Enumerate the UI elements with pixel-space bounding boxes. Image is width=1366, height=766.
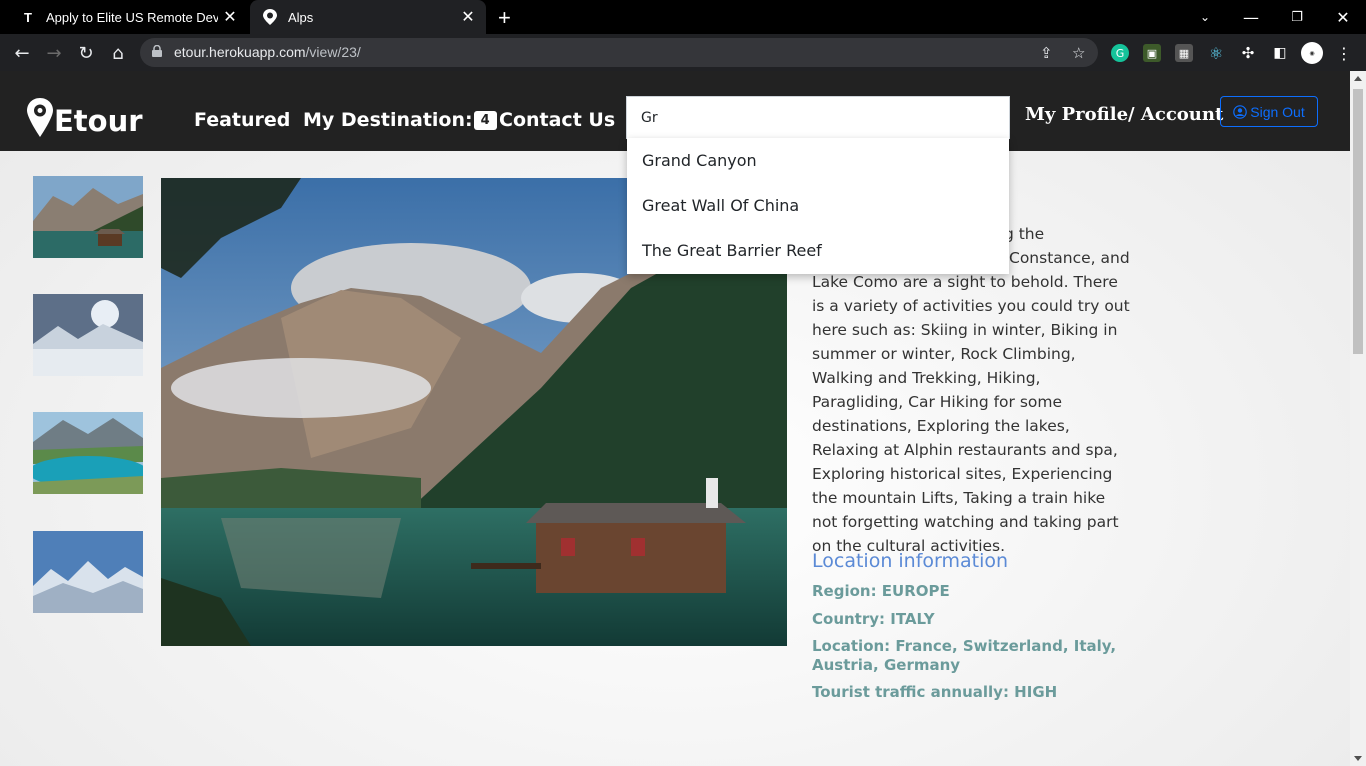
tab-title: Alps — [288, 9, 314, 25]
destination-count-badge: 4 — [473, 111, 497, 130]
search-suggestions: Grand Canyon Great Wall Of China The Gre… — [627, 138, 1009, 274]
tab-search-icon[interactable]: ⌄ — [1182, 0, 1228, 34]
location-info-title: Location information — [812, 550, 1009, 572]
side-panel-icon[interactable]: ◧ — [1271, 44, 1289, 62]
pin-favicon-icon — [262, 9, 278, 25]
thumbnail-lake-cabin[interactable] — [33, 176, 143, 258]
sign-out-button[interactable]: Sign Out — [1220, 96, 1318, 127]
toptal-favicon-icon: T — [24, 9, 32, 25]
description-body: Lake Como are a sight to behold. There i… — [812, 273, 1130, 555]
scroll-down-icon[interactable] — [1354, 756, 1362, 761]
minimize-icon[interactable]: — — [1228, 0, 1274, 34]
suggestion-item[interactable]: Grand Canyon — [627, 138, 1009, 183]
browser-tab-bar: T Apply to Elite US Remote Developer Job… — [0, 0, 1366, 34]
location-pin-icon — [27, 98, 53, 137]
close-tab-icon[interactable]: ✕ — [218, 7, 242, 27]
page-content: Etour Featured My Destination: 4 Contact … — [0, 71, 1350, 766]
nav-my-profile[interactable]: My Profile/ Account — [1025, 104, 1223, 125]
menu-kebab-icon[interactable]: ⋮ — [1335, 44, 1353, 63]
location-region: Region: EUROPE — [812, 582, 950, 600]
restore-icon[interactable]: ❐ — [1274, 0, 1320, 34]
grammarly-icon[interactable]: G — [1111, 44, 1129, 62]
scroll-up-icon[interactable] — [1354, 76, 1362, 81]
location-places: Location: France, Switzerland, Italy, Au… — [812, 637, 1117, 674]
user-circle-icon — [1233, 104, 1248, 119]
home-icon[interactable]: ⌂ — [106, 41, 130, 65]
reload-icon[interactable]: ↻ — [74, 41, 98, 65]
react-devtools-icon[interactable]: ⚛ — [1207, 44, 1225, 63]
nav-my-destination[interactable]: My Destination: 4 — [303, 109, 497, 131]
close-window-icon[interactable]: ✕ — [1320, 0, 1366, 34]
nav-featured[interactable]: Featured — [194, 109, 290, 131]
scrollbar-thumb[interactable] — [1353, 89, 1363, 354]
bookmark-star-icon[interactable]: ☆ — [1072, 44, 1085, 62]
thumbnail-turquoise-lake[interactable] — [33, 412, 143, 494]
qr-code-icon[interactable]: ▦ — [1175, 44, 1193, 62]
extensions-puzzle-icon[interactable]: ✣ — [1239, 44, 1257, 62]
brand-name: Etour — [54, 104, 143, 138]
nav-my-destination-label: My Destination: — [303, 109, 473, 131]
forward-icon[interactable]: → — [42, 41, 66, 65]
address-bar[interactable]: etour.herokuapp.com/view/23/ ⇪ ☆ — [140, 38, 1098, 67]
share-icon[interactable]: ⇪ — [1040, 44, 1053, 62]
site-logo[interactable]: Etour — [26, 97, 143, 139]
sign-out-label: Sign Out — [1250, 103, 1305, 120]
location-country: Country: ITALY — [812, 610, 935, 628]
browser-tab-active[interactable]: Alps ✕ — [250, 0, 486, 34]
nav-contact-us[interactable]: Contact Us — [499, 109, 615, 131]
back-icon[interactable]: ← — [10, 41, 34, 65]
page-scrollbar[interactable] — [1350, 71, 1366, 766]
browser-toolbar: ← → ↻ ⌂ etour.herokuapp.com/view/23/ ⇪ ☆… — [0, 34, 1366, 71]
location-traffic: Tourist traffic annually: HIGH — [812, 683, 1058, 701]
search-input[interactable]: Gr — [626, 96, 1010, 139]
thumbnail-snowy-clouds[interactable] — [33, 294, 143, 376]
lock-icon — [152, 45, 162, 57]
suggestion-item[interactable]: The Great Barrier Reef — [627, 228, 1009, 273]
close-tab-icon[interactable]: ✕ — [456, 7, 480, 27]
profile-avatar-icon[interactable]: ◉ — [1301, 42, 1323, 64]
suggestion-item[interactable]: Great Wall Of China — [627, 183, 1009, 228]
tab-title: Apply to Elite US Remote Developer Jobs — [46, 9, 218, 25]
new-tab-icon[interactable]: + — [498, 5, 511, 31]
extension-icon[interactable]: ▣ — [1143, 44, 1161, 62]
browser-tab[interactable]: T Apply to Elite US Remote Developer Job… — [8, 0, 248, 34]
url-text: etour.herokuapp.com/view/23/ — [174, 44, 361, 60]
thumbnail-snow-peaks[interactable] — [33, 531, 143, 613]
